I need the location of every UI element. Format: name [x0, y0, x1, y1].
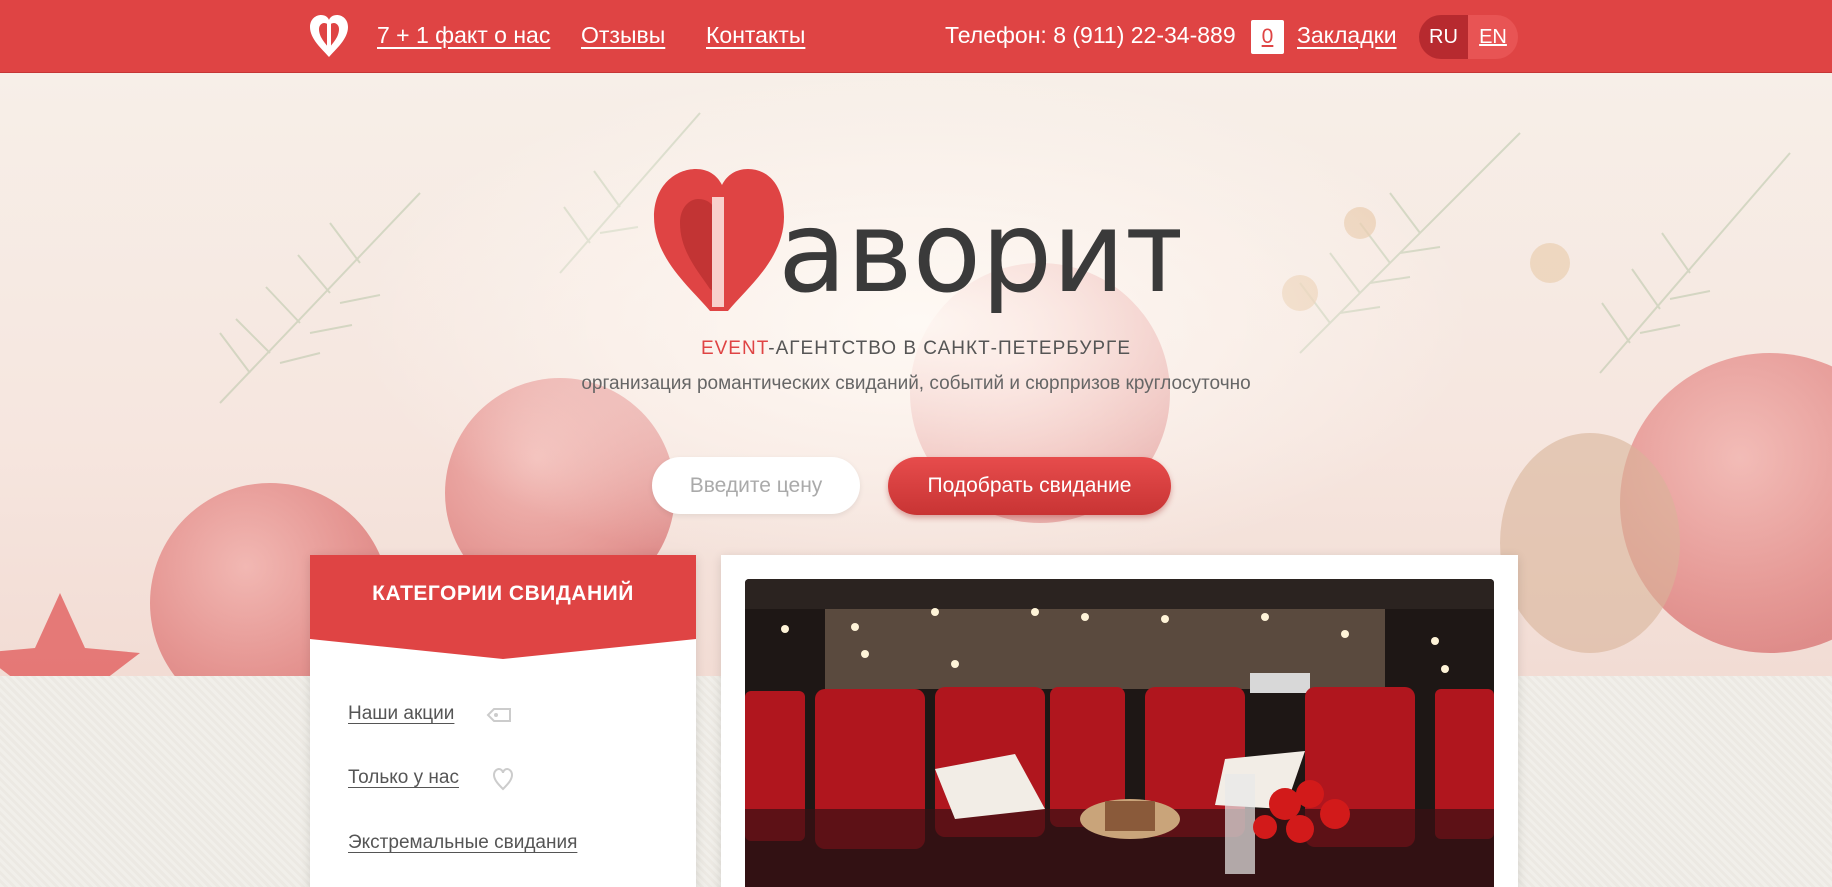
lang-ru-button[interactable]: RU: [1419, 15, 1468, 59]
tagline-rest: -АГЕНТСТВО В САНКТ-ПЕТЕРБУРГЕ: [768, 338, 1132, 359]
nav-link-reviews[interactable]: Отзывы: [581, 22, 665, 49]
bookmarks-link[interactable]: Закладки: [1297, 22, 1397, 49]
agency-description: организация романтических свиданий, собы…: [581, 373, 1251, 394]
top-navigation-bar: 7 + 1 факт о нас Отзывы Контакты Телефон…: [0, 0, 1832, 73]
date-categories-panel: КАТЕГОРИИ СВИДАНИЙ Наши акции Только у н…: [310, 555, 696, 887]
heart-outline-icon: [492, 767, 514, 791]
phone-number: Телефон: 8 (911) 22-34-889: [945, 22, 1236, 48]
featured-image-panel: [721, 555, 1518, 887]
pick-date-button[interactable]: Подобрать свидание: [888, 457, 1171, 515]
category-our-promotions[interactable]: Наши акции: [348, 703, 454, 725]
price-input[interactable]: [652, 457, 860, 514]
categories-header-banner: [310, 555, 696, 659]
nav-link-facts[interactable]: 7 + 1 факт о нас: [377, 22, 550, 49]
categories-title: КАТЕГОРИИ СВИДАНИЙ: [372, 582, 634, 605]
favorit-logo-icon[interactable]: [308, 13, 350, 59]
nav-link-contacts[interactable]: Контакты: [706, 22, 805, 49]
favorit-brand-logo: аворит: [654, 169, 1180, 313]
category-only-here[interactable]: Только у нас: [348, 767, 459, 789]
lang-en-button[interactable]: EN: [1468, 15, 1518, 59]
agency-tagline: EVENT-АГЕНТСТВО В САНКТ-ПЕТЕРБУРГЕ: [0, 338, 1832, 360]
tag-icon: [486, 708, 511, 722]
bookmarks-count-badge[interactable]: 0: [1251, 20, 1284, 54]
logo-wordmark: аворит: [778, 188, 1180, 313]
tagline-accent: EVENT: [700, 338, 769, 359]
cinema-hall-photo[interactable]: [745, 579, 1494, 887]
language-switcher: RU EN: [1419, 15, 1518, 59]
category-extreme-dates[interactable]: Экстремальные свидания: [348, 832, 577, 854]
